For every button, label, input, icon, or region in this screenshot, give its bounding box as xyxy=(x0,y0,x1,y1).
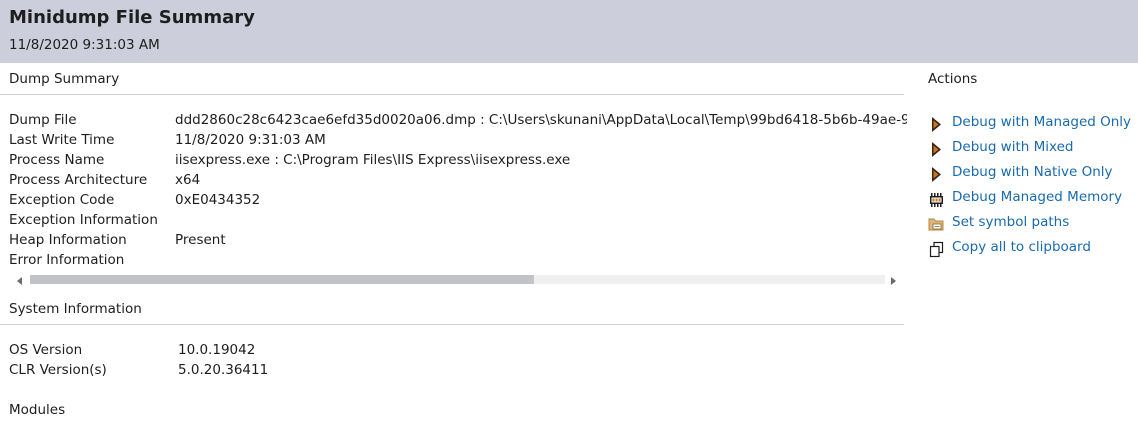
action-label[interactable]: Debug with Managed Only xyxy=(952,114,1131,130)
dump-summary-title: Dump Summary xyxy=(9,71,120,87)
row-value: 5.0.20.36411 xyxy=(178,362,269,378)
row-value: Present xyxy=(175,232,226,248)
dump-summary-table: Dump File ddd2860c28c6423cae6efd35d0020a… xyxy=(0,110,907,272)
row-dump-file: Dump File ddd2860c28c6423cae6efd35d0020a… xyxy=(0,112,907,132)
horizontal-scrollbar[interactable] xyxy=(12,273,904,288)
row-process-name: Process Name iisexpress.exe : C:\Program… xyxy=(0,152,904,172)
row-key: CLR Version(s) xyxy=(9,362,107,378)
play-icon xyxy=(928,166,945,183)
row-os-version: OS Version 10.0.19042 xyxy=(0,342,904,362)
row-process-architecture: Process Architecture x64 xyxy=(0,172,904,192)
row-value: x64 xyxy=(175,172,201,188)
actions-title: Actions xyxy=(928,71,978,87)
dump-summary-divider xyxy=(0,94,904,95)
symbol-paths-icon xyxy=(928,216,945,233)
row-last-write-time: Last Write Time 11/8/2020 9:31:03 AM xyxy=(0,132,904,152)
row-key: Heap Information xyxy=(9,232,127,248)
row-error-information: Error Information xyxy=(0,252,904,272)
row-key: OS Version xyxy=(9,342,83,358)
debug-managed-memory-link[interactable]: Debug Managed Memory xyxy=(928,189,1133,209)
copy-all-to-clipboard-link[interactable]: Copy all to clipboard xyxy=(928,239,1133,259)
system-information-title: System Information xyxy=(9,301,142,317)
modules-title: Modules xyxy=(9,402,66,418)
scroll-left-icon[interactable] xyxy=(17,277,22,285)
row-key: Process Name xyxy=(9,152,105,168)
row-key: Error Information xyxy=(9,252,125,268)
scrollbar-track[interactable] xyxy=(30,275,885,284)
row-key: Process Architecture xyxy=(9,172,148,188)
action-label[interactable]: Debug with Native Only xyxy=(952,164,1113,180)
play-icon xyxy=(928,116,945,133)
summary-header: Minidump File Summary 11/8/2020 9:31:03 … xyxy=(0,0,1138,63)
debug-managed-only-link[interactable]: Debug with Managed Only xyxy=(928,114,1133,134)
scroll-right-icon[interactable] xyxy=(891,277,896,285)
set-symbol-paths-link[interactable]: Set symbol paths xyxy=(928,214,1133,234)
debug-mixed-link[interactable]: Debug with Mixed xyxy=(928,139,1133,159)
row-value: ddd2860c28c6423cae6efd35d0020a06.dmp : C… xyxy=(175,112,907,128)
system-information-divider xyxy=(0,324,904,325)
row-exception-code: Exception Code 0xE0434352 xyxy=(0,192,904,212)
page-title: Minidump File Summary xyxy=(9,7,255,28)
row-heap-information: Heap Information Present xyxy=(0,232,904,252)
copy-icon xyxy=(928,241,945,258)
row-value: 11/8/2020 9:31:03 AM xyxy=(175,132,326,148)
row-key: Dump File xyxy=(9,112,77,128)
play-icon xyxy=(928,141,945,158)
debug-native-only-link[interactable]: Debug with Native Only xyxy=(928,164,1133,184)
row-exception-information: Exception Information xyxy=(0,212,904,232)
action-label[interactable]: Copy all to clipboard xyxy=(952,239,1091,255)
row-value: 10.0.19042 xyxy=(178,342,256,358)
row-key: Exception Code xyxy=(9,192,115,208)
row-clr-versions: CLR Version(s) 5.0.20.36411 xyxy=(0,362,904,382)
row-key: Last Write Time xyxy=(9,132,115,148)
scrollbar-thumb[interactable] xyxy=(30,275,535,284)
row-value: iisexpress.exe : C:\Program Files\IIS Ex… xyxy=(175,152,571,168)
action-label[interactable]: Debug with Mixed xyxy=(952,139,1073,155)
action-label[interactable]: Set symbol paths xyxy=(952,214,1069,230)
row-value: 0xE0434352 xyxy=(175,192,261,208)
dump-timestamp: 11/8/2020 9:31:03 AM xyxy=(9,37,160,53)
action-label[interactable]: Debug Managed Memory xyxy=(952,189,1122,205)
row-key: Exception Information xyxy=(9,212,158,228)
memory-icon xyxy=(928,191,945,208)
